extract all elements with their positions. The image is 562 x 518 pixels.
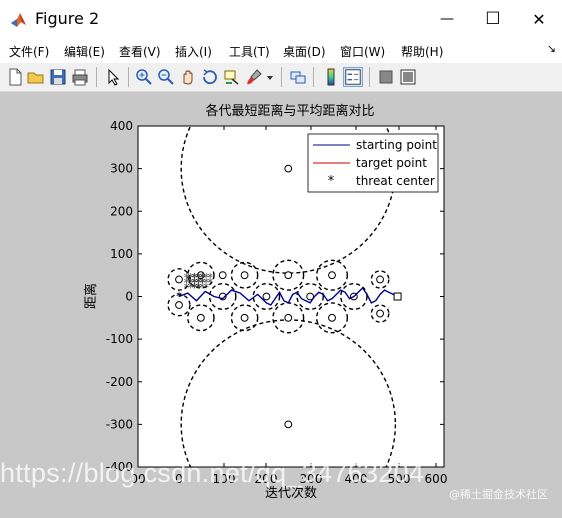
maximize-button[interactable]: ☐ [470, 0, 516, 38]
save-icon[interactable] [48, 67, 68, 87]
pan-hand-icon[interactable] [178, 67, 198, 87]
open-folder-icon[interactable] [26, 67, 46, 87]
threat-center-marker [328, 271, 336, 280]
threat-center-marker [328, 313, 336, 322]
toolbar-separator [369, 67, 370, 87]
threat-center-marker [284, 420, 293, 429]
start-point-marker: * [176, 290, 182, 304]
plot-svg[interactable]: 各代最短距离与平均距离对比 ∗∗∗∗∗∗∗∗∗∗∗∗∗∗∗∗∗∗∗∗∗∗∗∗∗∗… [0, 92, 562, 514]
chevron-down-icon[interactable] [266, 75, 274, 81]
window-title: Figure 2 [35, 9, 100, 28]
threat-center-marker [240, 313, 249, 322]
watermark-credit: @稀土掘金技术社区 [449, 488, 548, 501]
y-tick-label: 100 [110, 247, 133, 261]
threat-center-marker [376, 309, 384, 318]
toolbar-separator [313, 67, 314, 87]
menu-tools[interactable]: 工具(T) [229, 43, 270, 60]
data-cursor-icon[interactable] [222, 67, 242, 87]
toolbar-separator [281, 67, 282, 87]
y-tick-label: -300 [106, 417, 133, 431]
new-file-icon[interactable] [5, 67, 25, 87]
zoom-in-icon[interactable] [134, 67, 154, 87]
x-tick-label: 600 [425, 472, 448, 486]
hide-plot-tools-icon[interactable] [376, 67, 396, 87]
figure-toolbar [0, 63, 562, 92]
pointer-icon[interactable] [103, 67, 123, 87]
menu-insert[interactable]: 插入(I) [175, 43, 212, 60]
close-button[interactable]: ✕ [516, 0, 562, 38]
watermark-url: https://blog.csdn.net/qq_34763204 [0, 458, 425, 488]
menu-bar: 文件(F) 编辑(E) 查看(V) 插入(I) 工具(T) 桌面(D) 窗口(W… [0, 38, 562, 63]
figure-canvas: 各代最短距离与平均距离对比 ∗∗ ∗∗ ∗∗ ∗∗ ∗∗ ∗∗ ∗∗ ∗∗ ∗∗ ∗∗ ∗∗ ∗∗ ∗∗… [0, 92, 562, 514]
y-tick-label: -100 [106, 332, 133, 346]
target-point-marker [393, 292, 402, 301]
threat-center-marker [175, 275, 183, 284]
menu-desktop[interactable]: 桌面(D) [283, 43, 326, 60]
rotate-3d-icon[interactable] [200, 67, 220, 87]
threat-center-marker [196, 313, 205, 322]
brush-icon[interactable] [244, 67, 264, 87]
menu-window[interactable]: 窗口(W) [340, 43, 385, 60]
threat-center-marker [240, 271, 249, 280]
threat-center-marker [218, 271, 227, 280]
link-plot-icon[interactable] [288, 67, 308, 87]
y-axis-label: 距离 [83, 283, 99, 309]
toolbar-separator [128, 67, 129, 87]
zoom-out-icon[interactable] [156, 67, 176, 87]
overlapping-label-cluster: ∗∗ [195, 281, 210, 291]
maximize-icon: ☐ [485, 9, 501, 29]
legend-target-label: target point [356, 156, 427, 170]
menu-view[interactable]: 查看(V) [119, 43, 161, 60]
minimize-icon: — [440, 11, 454, 27]
y-tick-label: 400 [110, 119, 133, 133]
y-tick-label: 0 [125, 290, 133, 304]
menu-edit[interactable]: 编辑(E) [64, 43, 105, 60]
legend-starting-label: starting point [356, 138, 437, 152]
legend-threat-label: threat center [356, 174, 435, 188]
toolbar-separator [96, 67, 97, 87]
y-tick-label: 200 [110, 204, 133, 218]
legend-threat-marker: * [328, 174, 335, 189]
menu-file[interactable]: 文件(F) [9, 43, 49, 60]
threat-center-marker [284, 164, 293, 173]
y-tick-label: -200 [106, 375, 133, 389]
menu-overflow-icon[interactable]: ↘ [547, 42, 556, 55]
matlab-app-icon [11, 13, 26, 27]
colorbar-icon[interactable] [321, 67, 341, 87]
chart-title: 各代最短距离与平均距离对比 [205, 103, 374, 119]
threat-center-marker [284, 271, 293, 280]
menu-help[interactable]: 帮助(H) [401, 43, 443, 60]
legend-icon[interactable] [343, 67, 363, 87]
close-icon: ✕ [532, 9, 546, 29]
window-titlebar: Figure 2 — ☐ ✕ [0, 0, 562, 38]
y-tick-label: 300 [110, 162, 133, 176]
minimize-button[interactable]: — [424, 0, 470, 38]
threat-center-marker [284, 313, 293, 322]
legend[interactable]: starting point target point * threat cen… [307, 133, 439, 193]
threat-center-marker [262, 292, 271, 301]
threat-center-marker [376, 275, 384, 284]
print-icon[interactable] [70, 67, 90, 87]
show-plot-tools-icon[interactable] [398, 67, 418, 87]
